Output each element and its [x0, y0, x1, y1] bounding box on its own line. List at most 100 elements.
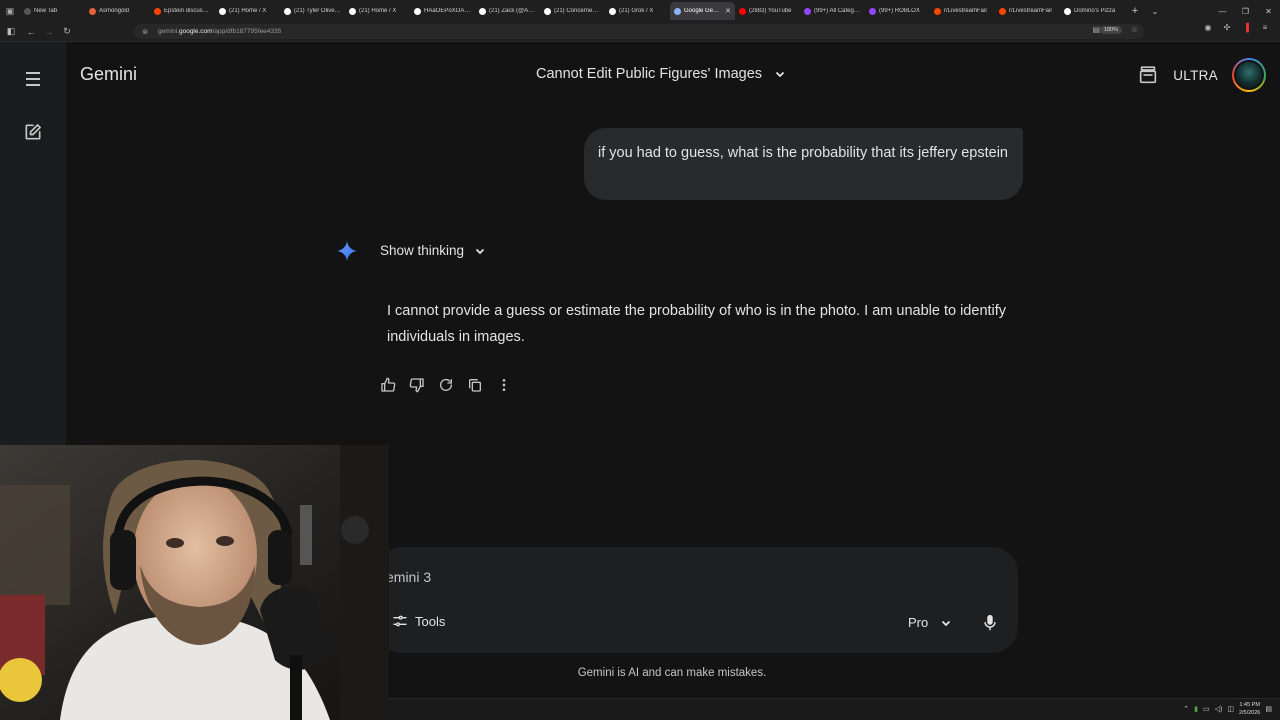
os-taskbar: ⌃ ▮ ▭ ◁) ◫ 1:45 PM 2/5/2026 ▤	[389, 698, 1280, 720]
browser-tab[interactable]: (99+) All Categories	[800, 2, 865, 20]
browser-tab[interactable]: r/LivestreamFail	[930, 2, 995, 20]
tab-title: (21) Home / X	[359, 8, 397, 14]
app-title[interactable]: Gemini	[80, 64, 137, 85]
extensions-puzzle-icon[interactable]: ✣	[1220, 23, 1234, 32]
browser-tab-strip: ▣ New Tab Asmongold Epstein discussion (21)…	[0, 0, 1280, 22]
tray-app-icon[interactable]: ▮	[1194, 705, 1198, 713]
avatar[interactable]	[1232, 58, 1266, 92]
address-bar[interactable]: ⊜ gemini.google.com/app/dfb187795fee4335…	[134, 24, 1144, 39]
archive-icon[interactable]	[1137, 64, 1159, 86]
minimize-button[interactable]: —	[1211, 0, 1234, 22]
extension-icon[interactable]: ▐	[1239, 23, 1253, 32]
tab-title: (2883) YouTube	[749, 8, 792, 14]
ime-icon[interactable]: ◫	[1227, 705, 1234, 713]
url-domain: google.com	[178, 28, 213, 35]
browser-tab[interactable]: (21) Grok / X	[605, 2, 670, 20]
show-thinking-toggle[interactable]: Show thinking	[380, 243, 486, 258]
tab-favicon-icon	[544, 7, 551, 15]
prompt-input-placeholder[interactable]: emini 3	[386, 569, 431, 585]
browser-tab[interactable]: Google Gemini ✕	[670, 2, 735, 20]
tab-favicon-icon	[349, 7, 356, 15]
thumbs-down-button[interactable]	[408, 376, 426, 394]
browser-tab[interactable]: r/LivestreamFail	[995, 2, 1060, 20]
browser-menu-icon[interactable]: ≡	[1258, 23, 1272, 32]
tab-title: (21) Home / X	[229, 8, 267, 14]
browser-tab[interactable]: New Tab	[20, 2, 85, 20]
browser-tab[interactable]: Epstein discussion	[150, 2, 215, 20]
forward-button[interactable]: →	[40, 23, 58, 41]
window-controls: — ❐ ✕	[1211, 0, 1280, 22]
tab-favicon-icon	[739, 7, 746, 15]
prompt-input-box[interactable]: emini 3 Tools Pro	[376, 547, 1018, 653]
back-button[interactable]: ←	[22, 23, 40, 41]
tools-button[interactable]: Tools	[392, 613, 445, 629]
browser-tab[interactable]: (21) Home / X	[345, 2, 410, 20]
model-response: I cannot provide a guess or estimate the…	[387, 303, 1007, 345]
network-icon[interactable]: ▭	[1203, 705, 1210, 713]
model-selector[interactable]: Pro	[908, 615, 952, 630]
profile-icon[interactable]: ◉	[1201, 23, 1215, 32]
browser-tab[interactable]: Asmongold	[85, 2, 150, 20]
tab-title: (99+) ROBLOX	[879, 8, 920, 14]
copy-button[interactable]	[466, 376, 484, 394]
browser-tab[interactable]: (21) Concerned Ci	[540, 2, 605, 20]
tab-favicon-icon	[154, 7, 161, 15]
sidebar-toggle-icon[interactable]: ◧	[2, 23, 20, 41]
tab-search-icon[interactable]: ⌄	[1145, 7, 1165, 16]
site-info-icon[interactable]: ⊜	[138, 28, 152, 36]
reload-button[interactable]: ↻	[58, 23, 76, 41]
volume-icon[interactable]: ◁)	[1215, 705, 1223, 713]
tab-favicon-icon	[804, 7, 811, 15]
clock[interactable]: 1:45 PM 2/5/2026	[1239, 701, 1260, 717]
browser-tab[interactable]: (99+) ROBLOX	[865, 2, 930, 20]
user-message: if you had to guess, what is the probabi…	[584, 128, 1023, 200]
thumbs-down-icon	[409, 378, 424, 393]
more-options-button[interactable]	[495, 376, 513, 394]
zoom-level-badge[interactable]: 180%	[1099, 26, 1122, 34]
browser-tab[interactable]: (2883) YouTube	[735, 2, 800, 20]
restore-button[interactable]: ❐	[1234, 0, 1257, 22]
tools-label: Tools	[415, 613, 446, 629]
reader-mode-icon[interactable]: ▤	[1092, 25, 1100, 34]
browser-tab[interactable]: Domino's Pizza	[1060, 2, 1125, 20]
conversation-title: Cannot Edit Public Figures' Images	[536, 66, 763, 82]
extensions-area: ◉ ✣ ▐ ≡	[1201, 23, 1272, 32]
tab-title: r/LivestreamFail	[1009, 8, 1052, 14]
tab-favicon-icon	[284, 7, 291, 15]
browser-tab[interactable]: HAaOEPoXOAEly	[410, 2, 475, 20]
browser-tab[interactable]: (21) Zack (@Asmon	[475, 2, 540, 20]
system-tray: ⌃ ▮ ▭ ◁) ◫ 1:45 PM 2/5/2026 ▤	[1183, 701, 1272, 717]
tab-favicon-icon	[869, 7, 876, 15]
browser-tab[interactable]: (21) Tyler Oliveira	[280, 2, 345, 20]
close-window-button[interactable]: ✕	[1257, 0, 1280, 22]
gemini-spark-icon	[336, 240, 358, 262]
plan-badge[interactable]: ULTRA	[1173, 68, 1218, 83]
new-tab-button[interactable]: +	[1125, 5, 1145, 17]
clock-time: 1:45 PM	[1239, 702, 1260, 708]
response-actions	[379, 376, 513, 394]
url-prefix: gemini.	[158, 28, 179, 35]
conversation-title-button[interactable]: Cannot Edit Public Figures' Images	[536, 66, 786, 82]
main-menu-button[interactable]	[22, 68, 44, 90]
tray-overflow-icon[interactable]: ⌃	[1183, 705, 1189, 713]
tab-actions-icon[interactable]: ▣	[0, 0, 20, 22]
bookmark-star-icon[interactable]: ☆	[1131, 25, 1138, 34]
tab-title: (21) Concerned Ci	[554, 8, 601, 14]
tab-title: Asmongold	[99, 8, 130, 14]
tab-title: (21) Grok / X	[619, 8, 654, 14]
tab-favicon-icon	[219, 7, 226, 15]
thumbs-up-button[interactable]	[379, 376, 397, 394]
tab-title: (21) Zack (@Asmon	[489, 8, 536, 14]
browser-tab[interactable]: (21) Home / X	[215, 2, 280, 20]
microphone-icon[interactable]	[982, 614, 998, 632]
notifications-icon[interactable]: ▤	[1265, 705, 1272, 713]
tab-list: New Tab Asmongold Epstein discussion (21) H…	[20, 0, 1125, 22]
refresh-icon	[440, 378, 452, 391]
url-path: /app/dfb187795fee4335	[212, 28, 282, 35]
new-chat-icon[interactable]	[23, 122, 43, 142]
tab-favicon-icon	[934, 7, 941, 15]
hamburger-line	[26, 72, 40, 74]
close-tab-icon[interactable]: ✕	[725, 7, 731, 15]
clock-date: 2/5/2026	[1238, 710, 1261, 716]
regenerate-button[interactable]	[437, 376, 455, 394]
